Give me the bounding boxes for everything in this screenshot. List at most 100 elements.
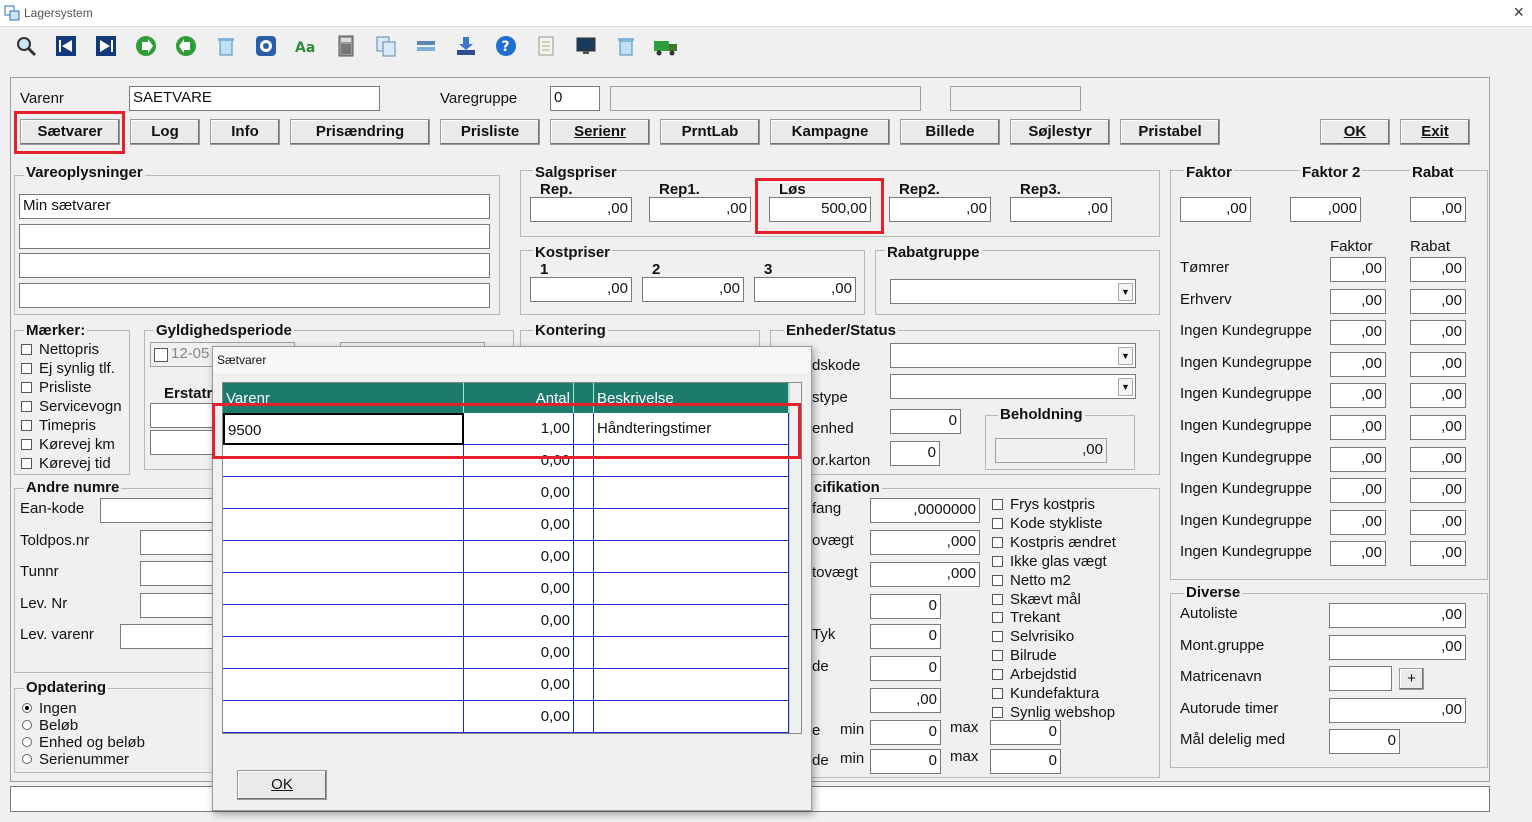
kundegruppe-faktor-field[interactable]: ,00 xyxy=(1330,478,1386,504)
chevron-down-icon[interactable]: ▼ xyxy=(1118,347,1133,365)
min-field[interactable]: 0 xyxy=(870,749,941,774)
search-icon[interactable] xyxy=(13,33,39,59)
prntlab-button[interactable]: PrntLab xyxy=(660,119,760,145)
kundegruppe-rabat-field[interactable]: ,00 xyxy=(1410,288,1466,314)
ean-field[interactable] xyxy=(100,498,220,523)
varetype-select[interactable]: ▼ xyxy=(890,374,1136,399)
specifikation-checkbox[interactable] xyxy=(992,536,1003,548)
opdatering-radio[interactable] xyxy=(22,754,32,764)
specifikation-checkbox[interactable] xyxy=(992,631,1003,643)
kundegruppe-faktor-field[interactable]: ,00 xyxy=(1330,541,1386,567)
prisaendring-button[interactable]: Prisændring xyxy=(290,119,430,145)
vareoplysninger-line[interactable] xyxy=(19,253,490,278)
erstat-field[interactable] xyxy=(150,430,220,455)
price-rep1-field[interactable]: ,00 xyxy=(649,197,751,222)
specifikation-checkbox[interactable] xyxy=(992,706,1003,718)
matricenavn-field[interactable] xyxy=(1329,666,1392,691)
specifikation-field[interactable]: ,000 xyxy=(870,562,980,587)
erstat-field[interactable] xyxy=(150,403,220,428)
specifikation-field[interactable]: 0 xyxy=(870,656,941,681)
rabatgruppe-select[interactable]: ▼ xyxy=(890,279,1136,304)
levvarenr-field[interactable] xyxy=(120,624,220,649)
price-los-field[interactable]: 500,00 xyxy=(769,197,871,222)
trash-icon[interactable] xyxy=(613,33,639,59)
specifikation-checkbox[interactable] xyxy=(992,612,1003,624)
table-row[interactable]: 0,00 xyxy=(223,669,789,701)
maal-field[interactable]: 0 xyxy=(1329,729,1400,754)
cell-antal[interactable]: 0,00 xyxy=(464,477,574,509)
close-icon[interactable]: × xyxy=(1513,2,1524,23)
first-record-icon[interactable] xyxy=(53,33,79,59)
exit-button[interactable]: Exit xyxy=(1400,119,1470,145)
specifikation-field[interactable]: 0 xyxy=(870,594,941,619)
table-row[interactable]: 0,00 xyxy=(223,541,789,573)
cell-varenr[interactable]: 9500 xyxy=(223,413,464,445)
prisliste-button[interactable]: Prisliste xyxy=(440,119,540,145)
info-button[interactable]: Info xyxy=(210,119,280,145)
cell-beskrivelse[interactable] xyxy=(594,541,789,573)
karton-field[interactable]: 0 xyxy=(890,441,940,466)
vareoplysninger-line[interactable] xyxy=(19,283,490,308)
autoliste-field[interactable]: ,00 xyxy=(1329,603,1466,628)
maerker-checkbox[interactable] xyxy=(21,458,32,469)
cell-beskrivelse[interactable]: Håndteringstimer xyxy=(594,413,789,445)
cell-antal[interactable]: 0,00 xyxy=(464,509,574,541)
rabat-field[interactable]: ,00 xyxy=(1410,197,1466,222)
matricenavn-add-button[interactable]: + xyxy=(1399,668,1424,690)
specifikation-checkbox[interactable] xyxy=(992,650,1003,662)
log-button[interactable]: Log xyxy=(130,119,200,145)
cell-beskrivelse[interactable] xyxy=(594,509,789,541)
pristabel-button[interactable]: Pristabel xyxy=(1120,119,1220,145)
kostpris-2-field[interactable]: ,00 xyxy=(642,277,744,302)
maerker-checkbox[interactable] xyxy=(21,401,32,412)
cell-beskrivelse[interactable] xyxy=(594,477,789,509)
table-row[interactable]: 0,00 xyxy=(223,701,789,733)
cell-beskrivelse[interactable] xyxy=(594,605,789,637)
kostpris-1-field[interactable]: ,00 xyxy=(530,277,632,302)
table-row[interactable]: 0,00 xyxy=(223,573,789,605)
maerker-checkbox[interactable] xyxy=(21,420,32,431)
tunnr-field[interactable] xyxy=(140,561,220,586)
column-header-beskrivelse[interactable]: Beskrivelse xyxy=(594,383,789,413)
cell-antal[interactable]: 0,00 xyxy=(464,445,574,477)
kundegruppe-rabat-field[interactable]: ,00 xyxy=(1410,541,1466,567)
cell-beskrivelse[interactable] xyxy=(594,701,789,733)
table-row[interactable]: 0,00 xyxy=(223,477,789,509)
cell-varenr[interactable] xyxy=(223,445,464,477)
delete-icon[interactable] xyxy=(213,33,239,59)
max-field[interactable]: 0 xyxy=(990,720,1061,745)
cell-antal[interactable]: 0,00 xyxy=(464,541,574,573)
specifikation-checkbox[interactable] xyxy=(992,517,1003,529)
kostpris-3-field[interactable]: ,00 xyxy=(754,277,856,302)
gyldighed-checkbox[interactable] xyxy=(154,348,168,362)
kundegruppe-rabat-field[interactable]: ,00 xyxy=(1410,478,1466,504)
cell-antal[interactable]: 0,00 xyxy=(464,669,574,701)
cell-beskrivelse[interactable] xyxy=(594,669,789,701)
min-field[interactable]: 0 xyxy=(870,720,941,745)
cell-antal[interactable]: 0,00 xyxy=(464,573,574,605)
kundegruppe-faktor-field[interactable]: ,00 xyxy=(1330,320,1386,346)
montgruppe-field[interactable]: ,00 xyxy=(1329,635,1466,660)
kundegruppe-rabat-field[interactable]: ,00 xyxy=(1410,383,1466,409)
kundegruppe-faktor-field[interactable]: ,00 xyxy=(1330,351,1386,377)
specifikation-checkbox[interactable] xyxy=(992,688,1003,699)
cell-varenr[interactable] xyxy=(223,541,464,573)
forward-icon[interactable] xyxy=(133,33,159,59)
maerker-checkbox[interactable] xyxy=(21,344,32,355)
billede-button[interactable]: Billede xyxy=(900,119,1000,145)
chevron-down-icon[interactable]: ▼ xyxy=(1118,283,1133,301)
download-icon[interactable] xyxy=(453,33,479,59)
table-row[interactable]: 0,00 xyxy=(223,445,789,477)
cell-varenr[interactable] xyxy=(223,669,464,701)
ok-button[interactable]: OK xyxy=(1320,119,1390,145)
table-row[interactable]: 9500 1,00 Håndteringstimer xyxy=(223,413,789,445)
kundegruppe-rabat-field[interactable]: ,00 xyxy=(1410,415,1466,440)
faktor2-field[interactable]: ,000 xyxy=(1290,197,1361,222)
toldpos-field[interactable] xyxy=(140,530,220,555)
opdatering-radio[interactable] xyxy=(22,720,32,730)
cell-varenr[interactable] xyxy=(223,477,464,509)
monitor-icon[interactable] xyxy=(573,33,599,59)
price-rep3-field[interactable]: ,00 xyxy=(1010,197,1112,222)
price-rep-field[interactable]: ,00 xyxy=(530,197,632,222)
kundegruppe-faktor-field[interactable]: ,00 xyxy=(1330,415,1386,440)
